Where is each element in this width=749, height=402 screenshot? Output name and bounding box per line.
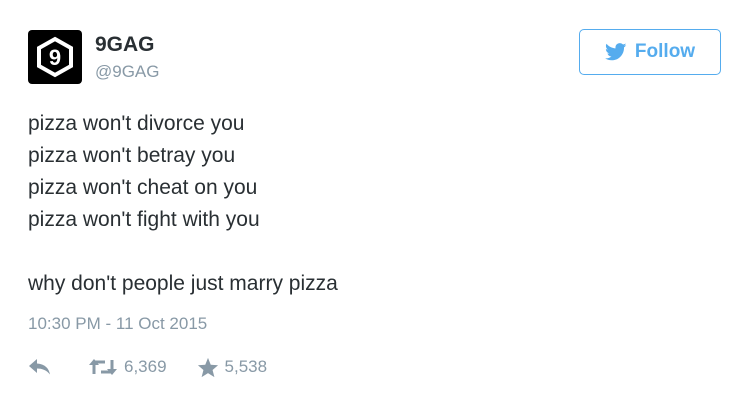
- favorite-button[interactable]: 5,538: [197, 357, 268, 378]
- star-icon: [197, 357, 218, 377]
- reply-button[interactable]: [28, 358, 52, 376]
- tweet-line: pizza won't cheat on you: [28, 176, 258, 199]
- tweet-timestamp[interactable]: 10:30 PM - 11 Oct 2015: [28, 313, 207, 335]
- follow-button[interactable]: Follow: [579, 29, 721, 75]
- avatar[interactable]: 9: [28, 30, 82, 84]
- tweet-line: pizza won't betray you: [28, 144, 236, 167]
- follow-button-label: Follow: [634, 41, 696, 62]
- avatar-glyph: 9: [49, 45, 61, 70]
- user-name[interactable]: 9GAG: [95, 33, 155, 57]
- tweet-actions: 6,369 5,538: [28, 354, 267, 380]
- retweet-button[interactable]: 6,369: [88, 357, 167, 377]
- tweet-line: pizza won't fight with you: [28, 208, 260, 231]
- favorite-count: 5,538: [224, 357, 268, 376]
- tweet-text: pizza won't divorce you pizza won't betr…: [28, 108, 338, 300]
- retweet-icon: [89, 359, 117, 375]
- reply-icon: [29, 359, 50, 375]
- tweet-line: pizza won't divorce you: [28, 112, 245, 135]
- tweet-card: 9 9GAG @9GAG Follow pizza won't divorce …: [0, 0, 749, 402]
- tweet-closing-line: why don't people just marry pizza: [28, 272, 338, 295]
- 9gag-logo-icon: 9: [37, 36, 73, 78]
- twitter-bird-icon: [604, 43, 627, 61]
- user-handle[interactable]: @9GAG: [95, 62, 160, 82]
- retweet-count: 6,369: [124, 357, 167, 376]
